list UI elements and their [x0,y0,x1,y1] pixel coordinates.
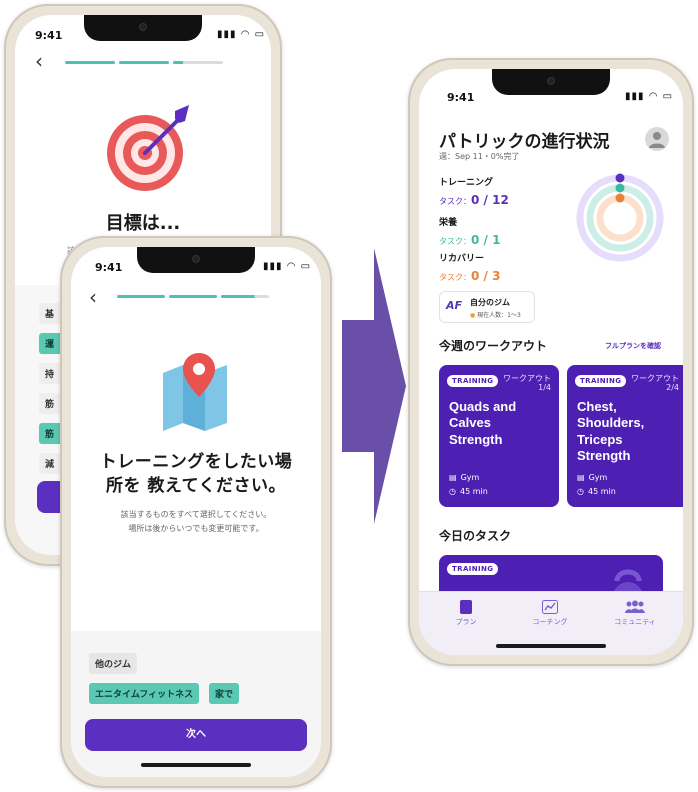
metric-recovery-label: リカバリー [439,254,485,264]
metric-value: 0 / 1 [471,233,501,247]
full-plan-link[interactable]: フルプランを確認 [605,341,661,351]
status-time: 9:41 [95,261,123,274]
gym-name: 自分のジム [470,298,510,307]
home-indicator [141,763,251,767]
phone-location-screen: 9:41 ▮▮▮ ◠ ▭ ‹ トレーニングをしたい場 所を 教えてください。 該… [60,236,332,788]
status-time: 9:41 [447,91,475,104]
phone-progress-screen: 9:41 ▮▮▮ ◠ ▭ パトリックの進行状況 週：Sep 11・0%完了 トレ… [408,58,694,666]
avatar[interactable] [645,127,669,151]
workout-count: 1/4 [538,383,551,393]
location-sub-line1: 該当するものをすべて選択してください。 [120,510,272,519]
workout-count: 2/4 [666,383,679,393]
workout-title: Chest, Shoulders, Triceps Strength [577,399,645,463]
notch [492,69,610,95]
workout-duration: ◷ 45 min [577,487,616,496]
workout-title: Quads and Calves Strength [449,399,517,447]
workout-card-2[interactable]: TRAINING ワークアウト 2/4 Chest, Shoulders, Trice… [567,365,683,507]
status-time: 9:41 [35,29,63,42]
progress-rings [576,173,664,262]
clock-icon: ◷ [577,487,584,496]
today-title: 今日のタスク [439,529,512,543]
workout-duration: ◷ 45 min [449,487,488,496]
metric-nutrition-value: タスク：0 / 1 [439,229,500,248]
metric-recovery-value: タスク：0 / 3 [439,265,500,284]
workout-meta-label: ワークアウト [631,374,679,383]
status-icons: ▮▮▮ ◠ ▭ [263,261,312,272]
tab-label: コーチング [532,618,568,626]
onboarding-progress [65,61,223,64]
metric-task-label: タスク： [439,237,471,246]
tab-label: プラン [455,618,477,626]
training-pill: TRAINING [447,563,499,575]
location-sub-line2: 場所は後からいつでも変更可能です。 [128,524,264,533]
training-pill: TRAINING [447,375,499,387]
gym-card[interactable]: AF 自分のジム ● 現在人数：1〜3 [439,291,535,323]
workouts-title: 今週のワークアウト [439,339,548,353]
workout-card-1[interactable]: TRAINING ワークアウト 1/4 Quads and Calves Streng… [439,365,559,507]
metric-value: 0 / 3 [471,269,501,283]
status-icons: ▮▮▮ ◠ ▭ [217,29,266,40]
status-icons: ▮▮▮ ◠ ▭ [625,91,674,102]
workout-meta: ワークアウト 1/4 [503,374,551,392]
plan-icon [460,600,472,614]
gym-logo: AF [446,299,463,312]
tab-community[interactable]: コミュニティ [607,600,663,627]
gym-occupancy-text: 現在人数：1〜3 [477,312,521,319]
notch [137,247,255,273]
goal-heading: 目標は... [105,213,181,234]
workout-place: ▤ Gym [577,473,608,482]
back-button[interactable]: ‹ [35,51,43,71]
target-icon [107,105,189,191]
location-screen: 9:41 ▮▮▮ ◠ ▭ ‹ トレーニングをしたい場 所を 教えてください。 該… [71,247,321,777]
location-heading-line1: トレーニングをしたい場 [99,452,293,472]
map-pin-icon [163,353,227,431]
workout-meta: ワークアウト 2/4 [631,374,679,392]
building-icon: ▤ [449,473,457,482]
flow-arrow-icon [342,248,406,524]
onboarding-progress [117,295,269,298]
tab-coaching[interactable]: コーチング [525,600,575,627]
location-heading-line2: 所を 教えてください。 [105,476,287,496]
next-button[interactable]: 次へ [85,719,307,751]
back-button[interactable]: ‹ [89,287,97,307]
person-icon [649,132,665,148]
metric-training-label: トレーニング [439,178,494,188]
gym-occupancy: ● 現在人数：1〜3 [470,312,521,319]
tab-label: コミュニティ [614,618,656,626]
metric-training-value: タスク：0 / 12 [439,189,509,208]
option-anytime-fitness[interactable]: エニタイムフィットネス [89,683,200,704]
page-title: パトリックの進行状況 [439,132,610,152]
week-status: 週：Sep 11・0%完了 [439,152,520,161]
metric-nutrition-label: 栄養 [439,218,458,228]
metric-task-label: タスク： [439,197,471,206]
coaching-icon [542,600,558,614]
workout-meta-label: ワークアウト [503,374,551,383]
tab-bar: プラン コーチング コミュニティ [419,591,683,655]
progress-screen: 9:41 ▮▮▮ ◠ ▭ パトリックの進行状況 週：Sep 11・0%完了 トレ… [419,69,683,655]
metric-value: 0 / 12 [471,193,509,207]
tab-plan[interactable]: プラン [441,600,491,627]
option-other-gym[interactable]: 他のジム [89,653,138,674]
building-icon: ▤ [577,473,585,482]
notch [84,15,202,41]
training-pill: TRAINING [575,375,627,387]
community-icon [625,600,645,613]
workout-place: ▤ Gym [449,473,480,482]
home-indicator [496,644,606,648]
option-home[interactable]: 家で [209,683,240,704]
metric-task-label: タスク： [439,273,471,282]
clock-icon: ◷ [449,487,456,496]
